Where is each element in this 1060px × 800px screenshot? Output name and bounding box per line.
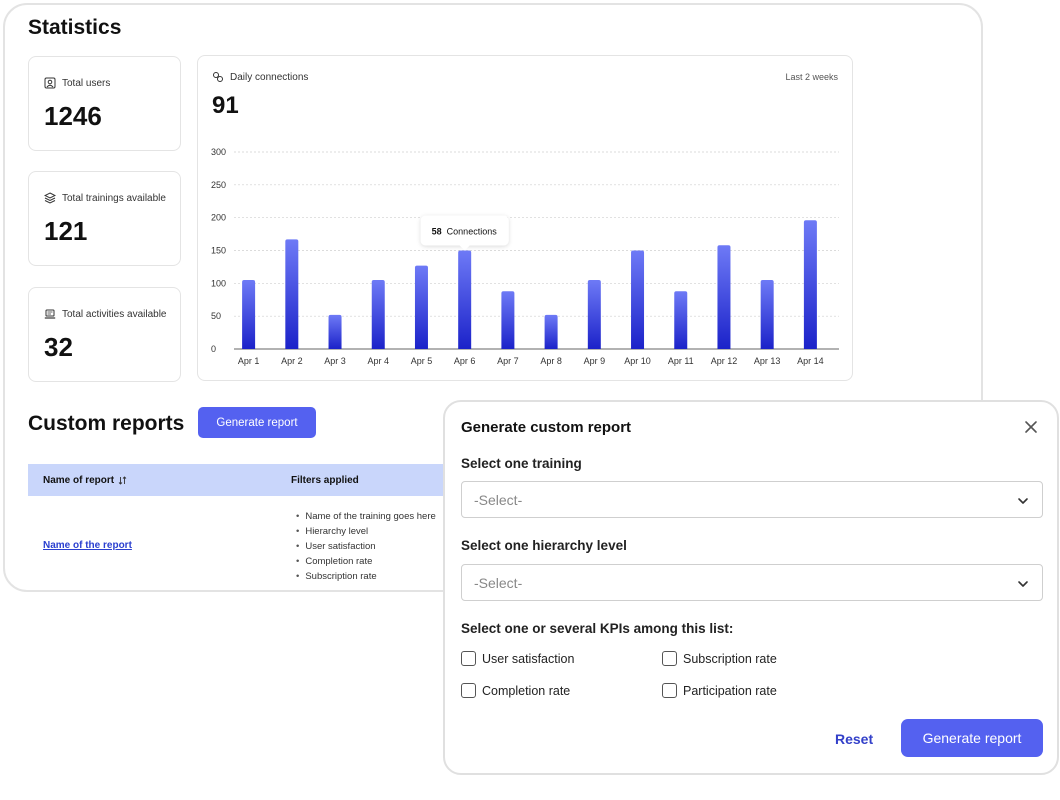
custom-reports-title: Custom reports	[28, 412, 185, 435]
checkbox[interactable]	[461, 683, 476, 698]
generate-report-modal: Generate custom report Select one traini…	[443, 400, 1059, 775]
filters-column-header: Filters applied	[291, 475, 359, 486]
daily-connections-card: Daily connections Last 2 weeks 91 0 50 100…	[197, 55, 853, 381]
statistics-title: Statistics	[28, 16, 122, 39]
name-column-label: Name of report	[43, 475, 115, 486]
bar-apr-9[interactable]	[587, 280, 601, 349]
x-tick-label: Apr 13	[754, 356, 781, 366]
x-tick-label: Apr 2	[281, 356, 303, 366]
bar-apr-12[interactable]	[717, 245, 731, 349]
tooltip-count: 58	[432, 227, 442, 237]
x-tick-label: Apr 7	[497, 356, 519, 366]
kpi-label-text: Completion rate	[482, 683, 571, 698]
hierarchy-select-value: -Select-	[474, 574, 523, 591]
checkbox[interactable]	[461, 651, 476, 666]
kpi-user-satisfaction[interactable]: User satisfaction	[461, 651, 574, 666]
reset-button[interactable]: Reset	[835, 731, 873, 747]
filter-item: User satisfaction	[296, 539, 436, 554]
x-tick-label: Apr 10	[624, 356, 651, 366]
checkbox[interactable]	[662, 683, 677, 698]
filter-item: Completion rate	[296, 554, 436, 569]
kpi-label-text: Participation rate	[683, 683, 777, 698]
filter-item: Name of the training goes here	[296, 509, 435, 524]
bar-apr-4[interactable]	[371, 280, 385, 349]
x-tick-label: Apr 4	[367, 356, 389, 366]
x-tick-label: Apr 6	[454, 356, 476, 366]
total-activities-label: Total activities available	[62, 308, 167, 320]
kpi-label-text: User satisfaction	[482, 651, 575, 666]
name-column-header[interactable]: Name of report	[43, 475, 127, 486]
kpi-label-text: Subscription rate	[683, 651, 777, 666]
kpi-label: Select one or several KPIs among this li…	[461, 621, 734, 636]
modal-generate-report-button[interactable]: Generate report	[901, 719, 1043, 757]
laptop-icon	[44, 309, 56, 319]
kpi-completion-rate[interactable]: Completion rate	[461, 683, 570, 698]
y-tick-label: 300	[211, 147, 226, 157]
y-tick-label: 0	[211, 344, 216, 354]
modal-title: Generate custom report	[461, 419, 632, 436]
bar-apr-11[interactable]	[674, 291, 688, 349]
total-trainings-label: Total trainings available	[62, 192, 166, 204]
x-tick-label: Apr 11	[668, 356, 694, 366]
y-tick-label: 150	[211, 246, 226, 256]
bar-apr-1[interactable]	[242, 280, 256, 349]
stack-icon	[44, 192, 56, 204]
bar-apr-13[interactable]	[760, 280, 774, 349]
bar-apr-6[interactable]	[458, 250, 472, 350]
bar-apr-7[interactable]	[501, 291, 515, 349]
y-tick-label: 250	[211, 180, 226, 190]
kpi-participation-rate[interactable]: Participation rate	[662, 683, 777, 698]
total-activities-value: 32	[44, 332, 73, 362]
total-activities-card: Total activities available 32	[28, 287, 181, 382]
chevron-down-icon	[1018, 498, 1028, 504]
bar-apr-8[interactable]	[544, 314, 558, 349]
reports-table-header: Name of report Filters applied	[28, 464, 448, 496]
bar-apr-5[interactable]	[414, 265, 428, 349]
total-users-value: 1246	[44, 101, 102, 131]
total-users-label: Total users	[62, 77, 111, 89]
y-tick-label: 200	[211, 213, 226, 223]
y-tick-label: 100	[211, 278, 226, 288]
user-badge-icon	[44, 77, 56, 89]
filter-item: Subscription rate	[296, 569, 436, 584]
connections-bar-chart: 0 50 100 150 200 250 300 Apr 1 Apr 2 Apr 3 Apr 4 Ap…	[211, 147, 839, 366]
hierarchy-select[interactable]: -Select-	[461, 564, 1043, 601]
x-tick-label: Apr 9	[584, 356, 606, 366]
tooltip-text: Connections	[447, 227, 498, 237]
x-tick-label: Apr 12	[711, 356, 738, 366]
kpi-subscription-rate[interactable]: Subscription rate	[662, 651, 777, 666]
chevron-down-icon	[1018, 581, 1028, 587]
sort-icon[interactable]	[118, 476, 127, 485]
chart-tooltip: 58 Connections	[420, 215, 509, 251]
bar-apr-3[interactable]	[328, 314, 342, 349]
bar-apr-14[interactable]	[803, 220, 817, 349]
bar-apr-2[interactable]	[285, 239, 299, 349]
checkbox[interactable]	[662, 651, 677, 666]
x-tick-label: Apr 8	[540, 356, 562, 366]
close-icon[interactable]	[1023, 419, 1039, 435]
x-tick-label: Apr 1	[238, 356, 260, 366]
filter-item: Hierarchy level	[296, 524, 436, 539]
hierarchy-label: Select one hierarchy level	[461, 538, 627, 553]
total-trainings-card: Total trainings available 121	[28, 171, 181, 266]
training-select-value: -Select-	[474, 491, 523, 508]
total-users-card: Total users 1246	[28, 56, 181, 151]
total-trainings-value: 121	[44, 216, 88, 246]
training-label: Select one training	[461, 456, 582, 471]
x-tick-label: Apr 5	[411, 356, 433, 366]
x-tick-label: Apr 3	[324, 356, 346, 366]
filters-list: Name of the training goes here Hierarchy…	[296, 509, 436, 584]
generate-report-button[interactable]: Generate report	[198, 407, 316, 438]
bar-apr-10[interactable]	[631, 250, 645, 350]
y-tick-label: 50	[211, 311, 221, 321]
report-name-link[interactable]: Name of the report	[43, 540, 132, 551]
x-tick-label: Apr 14	[797, 356, 824, 366]
training-select[interactable]: -Select-	[461, 481, 1043, 518]
